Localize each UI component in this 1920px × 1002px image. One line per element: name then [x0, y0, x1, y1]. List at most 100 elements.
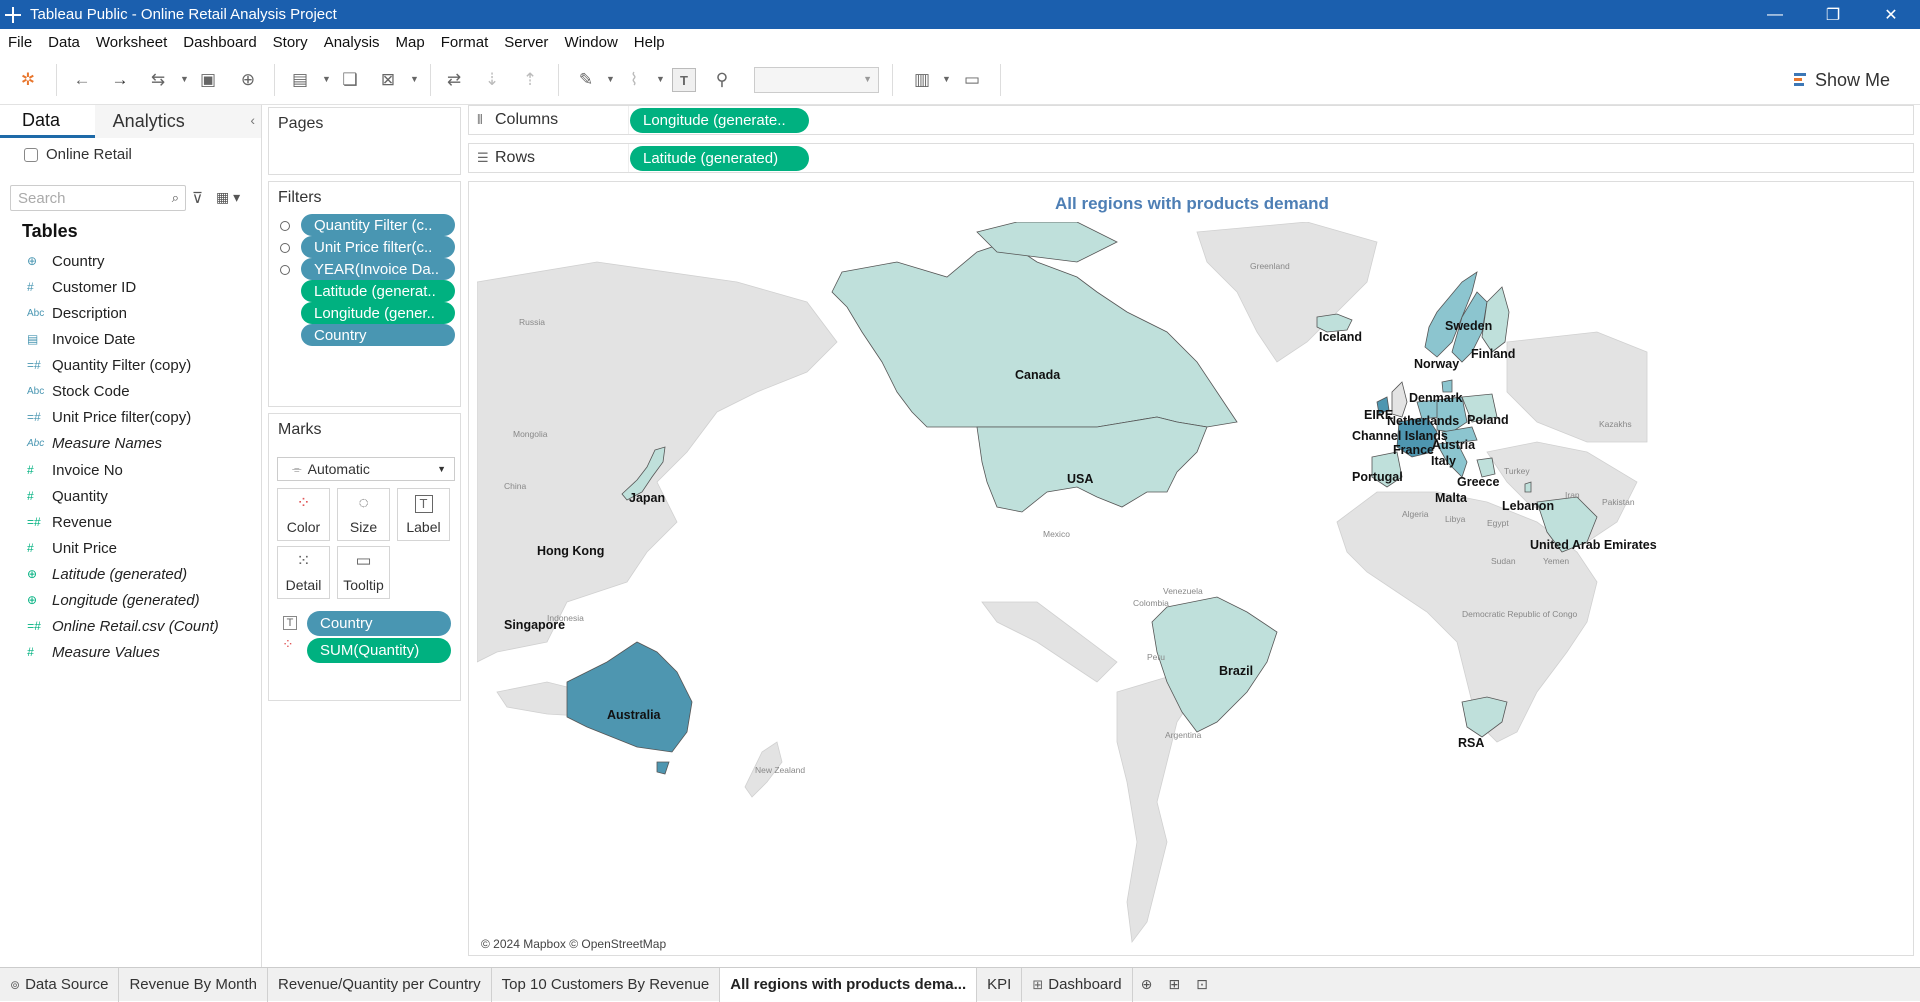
filter-pill-2[interactable]: YEAR(Invoice Da.. — [301, 258, 455, 280]
tableau-start-icon[interactable]: ✲ — [16, 68, 40, 92]
field-unit-price[interactable]: # Unit Price — [0, 535, 262, 561]
field-invoice-no[interactable]: # Invoice No — [0, 457, 262, 483]
show-me-button[interactable]: Show Me — [1793, 67, 1890, 93]
label-button[interactable]: T Label — [397, 488, 450, 541]
search-icon: ⌕ — [171, 190, 179, 205]
fix-axes-icon[interactable]: ⚲ — [710, 68, 734, 92]
filter-pill-4[interactable]: Longitude (gener.. — [301, 302, 455, 324]
field-description[interactable]: Abc Description — [0, 300, 262, 326]
label-austria: Austria — [1432, 438, 1476, 452]
field-country[interactable]: ⊕ Country — [0, 248, 262, 274]
rows-shelf[interactable]: ☰ Rows Latitude (generated) — [468, 143, 1914, 173]
filter-pill-1[interactable]: Unit Price filter(c.. — [301, 236, 455, 258]
collapse-pane-icon[interactable]: ‹ — [250, 112, 255, 128]
sort-descending-icon: ⇡ — [522, 70, 538, 89]
label-uae: United Arab Emirates — [1530, 538, 1657, 552]
menu-data[interactable]: Data — [48, 34, 80, 51]
save-icon[interactable]: ▣ — [196, 68, 220, 92]
tab-analytics[interactable]: Analytics — [94, 105, 261, 138]
tab-top-10-customers[interactable]: Top 10 Customers By Revenue — [492, 967, 721, 1002]
new-datasource-icon[interactable]: ⊕ — [236, 68, 260, 92]
field-unit-price-filter-copy[interactable]: =# Unit Price filter(copy) — [0, 404, 262, 430]
field-quantity[interactable]: # Quantity — [0, 483, 262, 509]
new-worksheet-icon[interactable]: ▤ — [288, 68, 312, 92]
menu-worksheet[interactable]: Worksheet — [96, 34, 167, 51]
datasource-item[interactable]: Online Retail — [0, 138, 261, 171]
size-button[interactable]: ◌ Size — [337, 488, 390, 541]
minimize-button[interactable]: — — [1746, 0, 1804, 29]
close-button[interactable]: ✕ — [1862, 0, 1920, 29]
columns-pill-longitude[interactable]: Longitude (generate.. — [630, 108, 809, 133]
duplicate-sheet-icon[interactable]: ❏ — [338, 68, 362, 92]
map-attribution[interactable]: © 2024 Mapbox © OpenStreetMap — [481, 937, 666, 951]
menu-file[interactable]: File — [8, 34, 32, 51]
columns-shelf[interactable]: ⦀ Columns Longitude (generate.. — [468, 105, 1914, 135]
undo-icon[interactable]: ← — [70, 68, 94, 92]
new-worksheet-icon[interactable]: ⊕ — [1141, 976, 1153, 993]
menu-format[interactable]: Format — [441, 34, 489, 51]
world-map[interactable]: Canada USA Brazil Australia Japan Hong K… — [477, 222, 1907, 954]
field-invoice-date[interactable]: ▤ Invoice Date — [0, 326, 262, 352]
field-quantity-filter-copy[interactable]: =# Quantity Filter (copy) — [0, 352, 262, 378]
field-online-retail-csv-count[interactable]: =# Online Retail.csv (Count) — [0, 613, 262, 639]
field-measure-values[interactable]: # Measure Values — [0, 639, 262, 665]
tab-revenue-quantity-per-country[interactable]: Revenue/Quantity per Country — [268, 967, 492, 1002]
menu-dashboard[interactable]: Dashboard — [183, 34, 256, 51]
tab-data[interactable]: Data — [0, 105, 95, 138]
restore-button[interactable]: ❐ — [1804, 0, 1862, 29]
field-measure-names[interactable]: Abc Measure Names — [0, 430, 262, 456]
label-poland: Poland — [1467, 413, 1509, 427]
new-dashboard-icon[interactable]: ⊞ — [1168, 976, 1180, 993]
mark-type-dropdown[interactable]: ⌯ Automatic ▼ — [277, 457, 455, 481]
highlight-icon[interactable]: ✎ — [574, 68, 598, 92]
swap-rows-columns-icon[interactable]: ⇄ — [442, 68, 466, 92]
view-options-icon[interactable]: ▦ ▾ — [216, 189, 240, 206]
menu-window[interactable]: Window — [564, 34, 617, 51]
marks-pill-sum-quantity[interactable]: SUM(Quantity) — [307, 638, 451, 663]
replay-icon[interactable]: ⇆ — [146, 68, 170, 92]
menu-analysis[interactable]: Analysis — [324, 34, 380, 51]
filter-pill-3[interactable]: Latitude (generat.. — [301, 280, 455, 302]
tab-data-source[interactable]: ⊚ Data Source — [0, 967, 120, 1002]
tab-revenue-by-month[interactable]: Revenue By Month — [119, 967, 269, 1002]
field-search-input[interactable]: Search ⌕ — [10, 185, 186, 211]
marks-pill-country[interactable]: Country — [307, 611, 451, 636]
field-customer-id[interactable]: # Customer ID — [0, 274, 262, 300]
filter-pill-5[interactable]: Country — [301, 324, 455, 346]
show-cards-icon[interactable]: ▥ — [910, 68, 934, 92]
field-longitude-generated[interactable]: ⊕ Longitude (generated) — [0, 587, 262, 613]
show-mark-labels-icon[interactable]: T — [672, 68, 696, 92]
presentation-mode-icon[interactable]: ▭ — [960, 68, 984, 92]
menu-help[interactable]: Help — [634, 34, 665, 51]
filter-icon[interactable]: ⊽ — [192, 189, 203, 207]
tooltip-button[interactable]: ▭ Tooltip — [337, 546, 390, 599]
tab-all-regions[interactable]: All regions with products dema... — [720, 967, 978, 1002]
title-bar: Tableau Public - Online Retail Analysis … — [0, 0, 1920, 29]
basemap-label-iran: Iran — [1565, 490, 1580, 500]
menu-map[interactable]: Map — [396, 34, 425, 51]
number-type-icon: =# — [27, 410, 41, 424]
group-members-icon: ⌇ — [629, 70, 639, 89]
label-denmark: Denmark — [1409, 391, 1463, 405]
number-type-icon: # — [27, 489, 34, 503]
field-latitude-generated[interactable]: ⊕ Latitude (generated) — [0, 561, 262, 587]
show-me-icon — [1793, 73, 1808, 87]
field-revenue[interactable]: =# Revenue — [0, 509, 262, 535]
tab-dashboard[interactable]: ⊞ Dashboard — [1022, 967, 1133, 1002]
fit-dropdown[interactable]: ▼ — [754, 67, 879, 93]
label-italy: Italy — [1431, 454, 1456, 468]
rows-pill-latitude[interactable]: Latitude (generated) — [630, 146, 809, 171]
menu-story[interactable]: Story — [273, 34, 308, 51]
detail-button[interactable]: ⁙ Detail — [277, 546, 330, 599]
clear-sheet-icon[interactable]: ⊠ — [376, 68, 400, 92]
label-iceland: Iceland — [1319, 330, 1362, 344]
menu-server[interactable]: Server — [504, 34, 548, 51]
tab-kpi[interactable]: KPI — [977, 967, 1023, 1002]
calendar-icon: ▤ — [27, 332, 39, 346]
basemap-label-colombia: Colombia — [1133, 598, 1169, 608]
redo-icon[interactable]: → — [108, 68, 132, 92]
new-story-icon[interactable]: ⊡ — [1196, 976, 1208, 993]
color-button[interactable]: ⁘ Color — [277, 488, 330, 541]
filter-pill-0[interactable]: Quantity Filter (c.. — [301, 214, 455, 236]
field-stock-code[interactable]: Abc Stock Code — [0, 378, 262, 404]
